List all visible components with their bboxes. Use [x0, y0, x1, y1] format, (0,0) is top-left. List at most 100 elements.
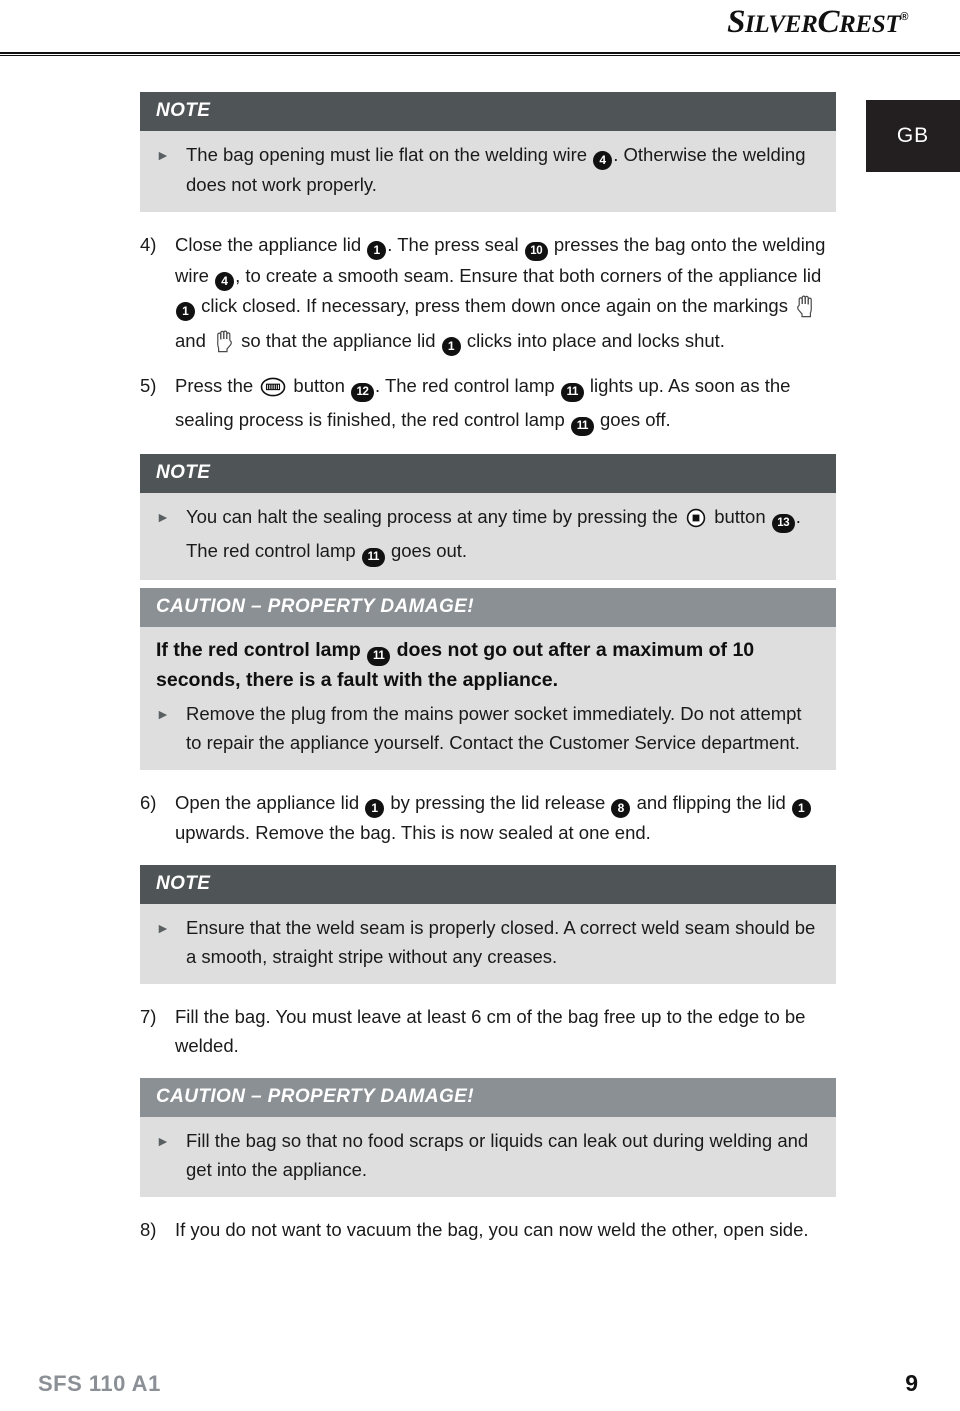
text-fragment: . The press seal: [387, 234, 524, 255]
note-callout-1-body: ► The bag opening must lie flat on the w…: [140, 131, 836, 212]
note-callout-2-text: You can halt the sealing process at any …: [186, 502, 820, 567]
text-fragment: goes out.: [385, 540, 468, 561]
ref-number-1: 1: [365, 799, 385, 818]
caution-callout-1: CAUTION – PROPERTY DAMAGE! If the red co…: [140, 588, 836, 770]
step-5-text: Press the button 12. The red control lam…: [175, 371, 836, 436]
note-callout-2-heading: NOTE: [140, 454, 836, 493]
language-tab-gb: GB: [866, 100, 960, 172]
note-callout-3-body: ► Ensure that the weld seam is properly …: [140, 904, 836, 984]
bullet-arrow-icon: ►: [156, 1133, 170, 1149]
footer-model-number: SFS 110 A1: [38, 1371, 161, 1396]
ref-number-11: 11: [570, 417, 594, 436]
text-fragment: goes off.: [594, 409, 671, 430]
hand-press-left-icon: [796, 294, 815, 326]
registered-trademark-icon: ®: [900, 11, 908, 23]
note-callout-3-heading: NOTE: [140, 865, 836, 904]
ref-number-1: 1: [176, 302, 195, 321]
ref-number-4: 4: [215, 272, 235, 291]
logo-letter-s: S: [727, 4, 745, 40]
text-fragment: You can halt the sealing process at any …: [186, 506, 684, 527]
step-8-text: If you do not want to vacuum the bag, yo…: [175, 1219, 809, 1240]
list-item: ► You can halt the sealing process at an…: [156, 502, 820, 567]
text-fragment: The bag opening must lie flat on the wel…: [186, 144, 593, 165]
page-content: NOTE ► The bag opening must lie flat on …: [140, 92, 836, 1254]
step-4-number: 4): [140, 234, 157, 255]
ref-number-8: 8: [611, 799, 631, 818]
page-header: SILVERCREST®: [0, 0, 960, 62]
ref-number-11: 11: [361, 548, 385, 567]
note-callout-3-text: Ensure that the weld seam is properly cl…: [186, 917, 816, 967]
text-fragment: Press the: [175, 375, 259, 396]
step-4: 4) Close the appliance lid 1. The press …: [140, 230, 836, 361]
ref-number-4: 4: [593, 151, 613, 170]
text-fragment: so that the appliance lid: [236, 330, 441, 351]
ref-number-11: 11: [560, 383, 584, 402]
ref-number-12: 12: [351, 383, 375, 402]
seal-button-icon: [260, 376, 286, 405]
text-fragment: , to create a smooth seam. Ensure that b…: [235, 265, 822, 286]
bullet-arrow-icon: ►: [156, 706, 170, 722]
caution-callout-2: CAUTION – PROPERTY DAMAGE! ► Fill the ba…: [140, 1078, 836, 1197]
note-callout-1-heading: NOTE: [140, 92, 836, 131]
note-callout-1: NOTE ► The bag opening must lie flat on …: [140, 92, 836, 212]
logo-text-ilver: ILVER: [744, 11, 818, 38]
text-fragment: by pressing the lid release: [385, 792, 611, 813]
caution-callout-2-body: ► Fill the bag so that no food scraps or…: [140, 1117, 836, 1197]
step-6: 6) Open the appliance lid 1 by pressing …: [140, 788, 836, 847]
text-fragment: . The red control lamp: [375, 375, 560, 396]
text-fragment: If the red control lamp: [156, 639, 367, 661]
step-7-number: 7): [140, 1006, 157, 1027]
ref-number-1: 1: [441, 337, 461, 356]
ref-number-13: 13: [771, 514, 795, 533]
text-fragment: upwards. Remove the bag. This is now sea…: [175, 822, 651, 843]
note-callout-3: NOTE ► Ensure that the weld seam is prop…: [140, 865, 836, 984]
list-item: ► Fill the bag so that no food scraps or…: [156, 1126, 820, 1184]
step-4-text: Close the appliance lid 1. The press sea…: [175, 230, 836, 361]
footer-page-number: 9: [905, 1370, 918, 1396]
caution-callout-1-body: If the red control lamp 11 does not go o…: [140, 627, 836, 770]
note-callout-2: NOTE ► You can halt the sealing process …: [140, 454, 836, 580]
text-fragment: and flipping the lid: [631, 792, 791, 813]
step-6-text: Open the appliance lid 1 by pressing the…: [175, 788, 836, 847]
ref-number-10: 10: [524, 242, 548, 261]
step-6-number: 6): [140, 792, 157, 813]
silvercrest-logo: SILVERCREST®: [727, 4, 908, 41]
note-callout-2-body: ► You can halt the sealing process at an…: [140, 493, 836, 580]
page-footer: SFS 110 A1 9: [0, 1351, 960, 1411]
ref-number-11: 11: [367, 647, 391, 666]
hand-press-right-icon: [214, 329, 233, 361]
list-item: ► Remove the plug from the mains power s…: [156, 699, 820, 757]
ref-number-1: 1: [367, 241, 387, 260]
text-fragment: Close the appliance lid: [175, 234, 367, 255]
bullet-arrow-icon: ►: [156, 509, 170, 525]
text-fragment: and: [175, 330, 212, 351]
logo-letter-c: C: [817, 4, 840, 40]
caution-callout-1-heading: CAUTION – PROPERTY DAMAGE!: [140, 588, 836, 627]
bullet-arrow-icon: ►: [156, 920, 170, 936]
language-tab-label: GB: [896, 124, 930, 147]
caution-callout-1-lead: If the red control lamp 11 does not go o…: [156, 636, 820, 695]
note-callout-1-text: The bag opening must lie flat on the wel…: [186, 140, 820, 199]
list-item: ► Ensure that the weld seam is properly …: [156, 913, 820, 971]
text-fragment: click closed. If necessary, press them d…: [196, 295, 794, 316]
step-8: 8) If you do not want to vacuum the bag,…: [140, 1215, 836, 1244]
text-fragment: clicks into place and locks shut.: [461, 330, 725, 351]
bullet-arrow-icon: ►: [156, 147, 170, 163]
logo-text-rest: REST: [839, 11, 901, 38]
step-8-number: 8): [140, 1219, 157, 1240]
step-5-number: 5): [140, 375, 157, 396]
step-7: 7) Fill the bag. You must leave at least…: [140, 1002, 836, 1060]
text-fragment: button: [709, 506, 771, 527]
caution-callout-2-text: Fill the bag so that no food scraps or l…: [186, 1130, 809, 1180]
text-fragment: button: [288, 375, 351, 396]
ref-number-1: 1: [791, 799, 811, 818]
text-fragment: Open the appliance lid: [175, 792, 365, 813]
